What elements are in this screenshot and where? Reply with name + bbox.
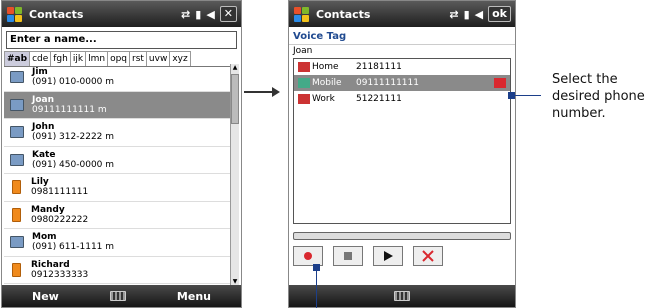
- page-title: Voice Tag: [293, 31, 347, 42]
- number-type: Home: [298, 62, 356, 72]
- callout-leader-line: [511, 95, 541, 96]
- sim-contact-icon: [12, 207, 21, 222]
- title-bar: Contacts ⇄ ▮ ◀ ✕: [2, 1, 241, 27]
- number-type: Work: [298, 94, 356, 104]
- contact-row[interactable]: Mandy 0980222222: [4, 202, 230, 229]
- contact-name: Lily: [31, 177, 49, 188]
- phone-number-row[interactable]: Mobile 09111111111: [294, 75, 510, 91]
- contact-card-icon: [10, 71, 24, 84]
- contact-row[interactable]: Jim (091) 010-0000 m: [4, 64, 230, 92]
- contact-name: Mom: [32, 232, 57, 243]
- connectivity-icon[interactable]: ⇄: [181, 8, 190, 21]
- signal-icon[interactable]: ▮: [464, 8, 470, 21]
- volume-icon[interactable]: ◀: [206, 8, 214, 21]
- keyboard-icon[interactable]: [394, 291, 410, 301]
- phone-number-list: Home 21181111 Mobile 09111111111 Work 5122111…: [293, 58, 511, 224]
- soft-key-bar: [289, 285, 515, 307]
- keyboard-icon[interactable]: [109, 291, 126, 301]
- delete-icon: [422, 250, 434, 262]
- contact-card-icon: [10, 126, 24, 139]
- ok-button[interactable]: ok: [488, 6, 511, 22]
- mobile-icon: [298, 78, 310, 88]
- app-title: Contacts: [29, 7, 84, 21]
- recording-progress-bar: [293, 232, 511, 240]
- contacts-screen: Contacts ⇄ ▮ ◀ ✕ Enter a name... #ab cde f…: [1, 0, 242, 308]
- contact-card-icon: [10, 98, 24, 111]
- contact-detail: 0912333333: [31, 269, 89, 280]
- start-icon[interactable]: [293, 6, 310, 23]
- menu-button[interactable]: Menu: [177, 290, 211, 303]
- phone-number: 21181111: [356, 62, 402, 72]
- number-label: Home: [312, 62, 339, 72]
- contact-detail: 0980222222: [31, 214, 89, 225]
- app-title: Contacts: [316, 7, 371, 21]
- record-callout-line: [316, 268, 317, 308]
- contact-detail: 09111111111 m: [32, 104, 107, 115]
- contact-name: Joan: [289, 44, 515, 58]
- voice-controls: [293, 246, 511, 266]
- record-button[interactable]: [293, 246, 323, 266]
- contact-name: Mandy: [31, 204, 65, 215]
- contact-name: Kate: [32, 149, 56, 160]
- contact-row[interactable]: Richard 0912333333: [4, 257, 230, 284]
- number-label: Mobile: [312, 78, 342, 88]
- phone-number-row[interactable]: Home 21181111: [294, 59, 510, 75]
- scroll-thumb[interactable]: [231, 74, 239, 124]
- volume-icon[interactable]: ◀: [475, 8, 483, 21]
- contact-detail: (091) 611-1111 m: [32, 242, 115, 253]
- contact-name: Joan: [32, 94, 55, 105]
- contact-name: Richard: [31, 259, 70, 270]
- home-icon: [298, 62, 310, 72]
- stop-icon: [344, 252, 352, 260]
- scroll-up-icon[interactable]: ▲: [231, 64, 239, 72]
- contact-list: Jim (091) 010-0000 m Joan 09111111111 m John…: [4, 64, 230, 286]
- close-button[interactable]: ✕: [219, 6, 237, 22]
- stop-button[interactable]: [333, 246, 363, 266]
- new-button[interactable]: New: [32, 290, 59, 303]
- voice-tag-icon: [494, 78, 506, 88]
- work-icon: [298, 94, 310, 104]
- phone-number: 09111111111: [356, 78, 419, 88]
- play-icon: [384, 251, 393, 261]
- contact-row[interactable]: John (091) 312-2222 m: [4, 119, 230, 147]
- title-bar: Contacts ⇄ ▮ ◀ ok: [289, 1, 515, 27]
- contact-detail: (091) 312-2222 m: [32, 132, 115, 143]
- number-type: Mobile: [298, 78, 356, 88]
- contact-name: John: [32, 122, 55, 133]
- sim-contact-icon: [12, 180, 21, 195]
- contact-row[interactable]: Mom (091) 611-1111 m: [4, 229, 230, 257]
- sim-contact-icon: [12, 262, 21, 277]
- soft-key-bar: New Menu: [2, 285, 241, 307]
- contact-detail: (091) 010-0000 m: [32, 77, 115, 88]
- contact-detail: (091) 450-0000 m: [32, 159, 115, 170]
- contact-card-icon: [10, 153, 24, 166]
- transition-arrow-icon: [244, 87, 280, 97]
- phone-number-row[interactable]: Work 51221111: [294, 91, 510, 107]
- contact-row[interactable]: Lily 0981111111: [4, 174, 230, 202]
- contact-card-icon: [10, 236, 24, 249]
- play-button[interactable]: [373, 246, 403, 266]
- contact-row[interactable]: Joan 09111111111 m: [4, 91, 230, 119]
- callout-text: Select the desired phone number.: [552, 72, 645, 121]
- phone-number: 51221111: [356, 94, 402, 104]
- number-label: Work: [312, 94, 335, 104]
- scrollbar[interactable]: ▲ ▼: [230, 64, 239, 286]
- connectivity-icon[interactable]: ⇄: [449, 8, 458, 21]
- contact-row[interactable]: Kate (091) 450-0000 m: [4, 147, 230, 174]
- contact-name: Jim: [32, 67, 48, 78]
- record-icon: [304, 252, 312, 260]
- name-search-input[interactable]: Enter a name...: [6, 31, 237, 49]
- contact-detail: 0981111111: [31, 187, 89, 198]
- signal-icon[interactable]: ▮: [195, 8, 201, 21]
- delete-button[interactable]: [413, 246, 443, 266]
- start-icon[interactable]: [6, 6, 23, 23]
- voice-tag-screen: Contacts ⇄ ▮ ◀ ok Voice Tag Joan Home 211…: [288, 0, 516, 308]
